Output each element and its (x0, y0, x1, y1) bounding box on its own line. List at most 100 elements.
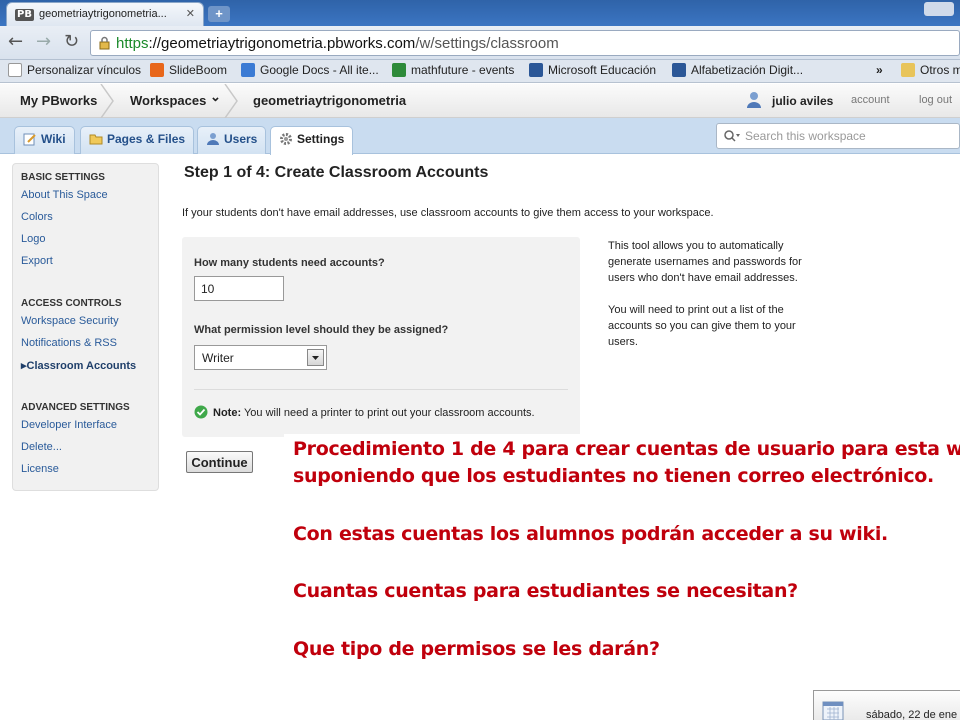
sidebar-item-delete[interactable]: Delete... (21, 441, 62, 453)
bookmark-item[interactable]: SlideBoom (150, 63, 227, 77)
bookmark-label: Personalizar vínculos (27, 63, 142, 77)
sidebar-item-security[interactable]: Workspace Security (21, 315, 119, 327)
bookmarks-overflow-icon[interactable]: » (876, 63, 883, 77)
tab-users[interactable]: Users (197, 126, 267, 154)
divider (194, 389, 568, 390)
sidebar-heading-access: ACCESS CONTROLS (21, 298, 122, 309)
sidebar-item-license[interactable]: License (21, 463, 59, 475)
folder-icon (89, 134, 103, 145)
account-link[interactable]: account (851, 94, 890, 106)
annotation-line: suponiendo que los estudiantes no tienen… (293, 465, 934, 487)
bookmarks-bar: Personalizar vínculos SlideBoom Google D… (0, 60, 960, 83)
slideboom-icon (150, 63, 164, 77)
url-path: /w/settings/classroom (415, 35, 559, 52)
annotation-line: Cuantas cuentas para estudiantes se nece… (293, 580, 798, 602)
sidebar-item-colors[interactable]: Colors (21, 211, 53, 223)
help-paragraph: You will need to print out a list of the… (608, 304, 796, 348)
sidebar-item-developer[interactable]: Developer Interface (21, 419, 117, 431)
chevron-down-icon[interactable] (307, 349, 324, 366)
tab-settings[interactable]: Settings (270, 126, 354, 155)
classroom-form: How many students need accounts? What pe… (182, 237, 580, 437)
forward-arrow-icon[interactable]: → (36, 32, 51, 52)
search-input[interactable]: Search this workspace (745, 129, 866, 143)
note-text: You will need a printer to print out you… (241, 407, 535, 419)
tab-settings-label: Settings (297, 132, 345, 146)
intro-text: If your students don't have email addres… (182, 207, 714, 219)
crumb-my-pbworks[interactable]: My PBworks (20, 93, 97, 108)
window-control-button[interactable] (924, 2, 954, 16)
address-bar[interactable]: https://geometriaytrigonometria.pbworks.… (90, 30, 960, 56)
workspace-search[interactable]: Search this workspace (716, 123, 960, 149)
google-docs-icon (241, 63, 255, 77)
mathfuture-icon (392, 63, 406, 77)
logout-link[interactable]: log out (919, 94, 952, 106)
annotation-line: Que tipo de permisos se les darán? (293, 638, 660, 660)
calendar-icon (822, 701, 844, 720)
user-icon (747, 92, 761, 108)
bookmark-item[interactable]: Google Docs - All ite... (241, 63, 379, 77)
gear-icon (280, 133, 292, 145)
reload-icon[interactable]: ↻ (64, 32, 79, 52)
bookmark-item[interactable]: Microsoft Educación (529, 63, 656, 77)
bookmark-label: Otros m (920, 63, 960, 77)
url-scheme: https (116, 35, 149, 52)
bookmark-label: Microsoft Educación (548, 63, 657, 77)
permission-select[interactable]: Writer (194, 345, 327, 370)
browser-tab[interactable]: PB geometriaytrigonometria... ✕ (6, 2, 204, 26)
annotation-overlay: Procedimiento 1 de 4 para crear cuentas … (284, 434, 960, 674)
tab-users-label: Users (224, 132, 258, 146)
crumb-workspace-name[interactable]: geometriaytrigonometria (253, 93, 406, 108)
microsoft-icon (672, 63, 686, 77)
bookmark-item[interactable]: Alfabetización Digit... (672, 63, 803, 77)
sidebar-heading-advanced: ADVANCED SETTINGS (21, 402, 130, 413)
pbworks-favicon-icon: PB (15, 9, 34, 21)
date-text: sábado, 22 de ene (866, 709, 958, 720)
search-icon (724, 130, 740, 142)
bookmark-label: SlideBoom (169, 63, 228, 77)
user-name[interactable]: julio aviles (772, 94, 833, 108)
close-tab-icon[interactable]: ✕ (186, 7, 195, 20)
sidebar-item-export[interactable]: Export (21, 255, 53, 267)
tab-wiki[interactable]: Wiki (14, 126, 75, 154)
user-icon (207, 133, 219, 145)
tab-wiki-label: Wiki (41, 132, 66, 146)
student-count-label: How many students need accounts? (194, 257, 385, 269)
tab-pages-files-label: Pages & Files (107, 132, 186, 146)
page-title: Step 1 of 4: Create Classroom Accounts (184, 164, 489, 181)
crumb-separator-icon (100, 84, 114, 118)
annotation-line: Con estas cuentas los alumnos podrán acc… (293, 523, 888, 545)
printer-note: Note: You will need a printer to print o… (194, 405, 535, 419)
student-count-input[interactable] (194, 276, 284, 301)
sidebar-item-about[interactable]: About This Space (21, 189, 108, 201)
sidebar-item-classroom-accounts[interactable]: ▸Classroom Accounts (21, 359, 136, 372)
bookmark-item[interactable]: mathfuture - events (392, 63, 514, 77)
annotation-line: Procedimiento 1 de 4 para crear cuentas … (293, 438, 960, 460)
check-circle-icon (194, 405, 208, 419)
settings-sidebar: BASIC SETTINGS About This Space Colors L… (12, 163, 159, 491)
taskbar-clock[interactable]: sábado, 22 de ene (813, 690, 960, 720)
continue-button[interactable]: Continue (186, 451, 253, 473)
bookmark-label: Alfabetización Digit... (691, 63, 804, 77)
sidebar-item-label: Classroom Accounts (26, 360, 137, 372)
bookmark-item[interactable]: Personalizar vínculos (8, 63, 141, 77)
wiki-edit-icon (23, 133, 36, 146)
bookmark-label: Google Docs - All ite... (260, 63, 379, 77)
tab-pages-files[interactable]: Pages & Files (80, 126, 195, 154)
crumb-separator-icon (224, 84, 238, 118)
lock-icon (99, 36, 110, 50)
bookmark-folder[interactable]: Otros m (901, 63, 960, 77)
sidebar-item-logo[interactable]: Logo (21, 233, 45, 245)
url-host: ://geometriaytrigonometria.pbworks.com (148, 35, 416, 52)
page-icon (8, 63, 22, 77)
crumb-workspaces[interactable]: Workspaces ⌄ (130, 89, 221, 109)
browser-tab-title: geometriaytrigonometria... (39, 8, 167, 20)
sidebar-item-notifications[interactable]: Notifications & RSS (21, 337, 117, 349)
folder-icon (901, 63, 915, 77)
url-text: https://geometriaytrigonometria.pbworks.… (116, 35, 559, 52)
back-arrow-icon[interactable]: ← (8, 32, 23, 52)
pbworks-header: My PBworks Workspaces ⌄ geometriaytrigon… (0, 84, 960, 118)
new-tab-button[interactable]: + (208, 6, 230, 22)
browser-tab-bar: PB geometriaytrigonometria... ✕ + (0, 0, 960, 26)
bookmark-label: mathfuture - events (411, 63, 515, 77)
help-text: This tool allows you to automatically ge… (608, 238, 808, 366)
